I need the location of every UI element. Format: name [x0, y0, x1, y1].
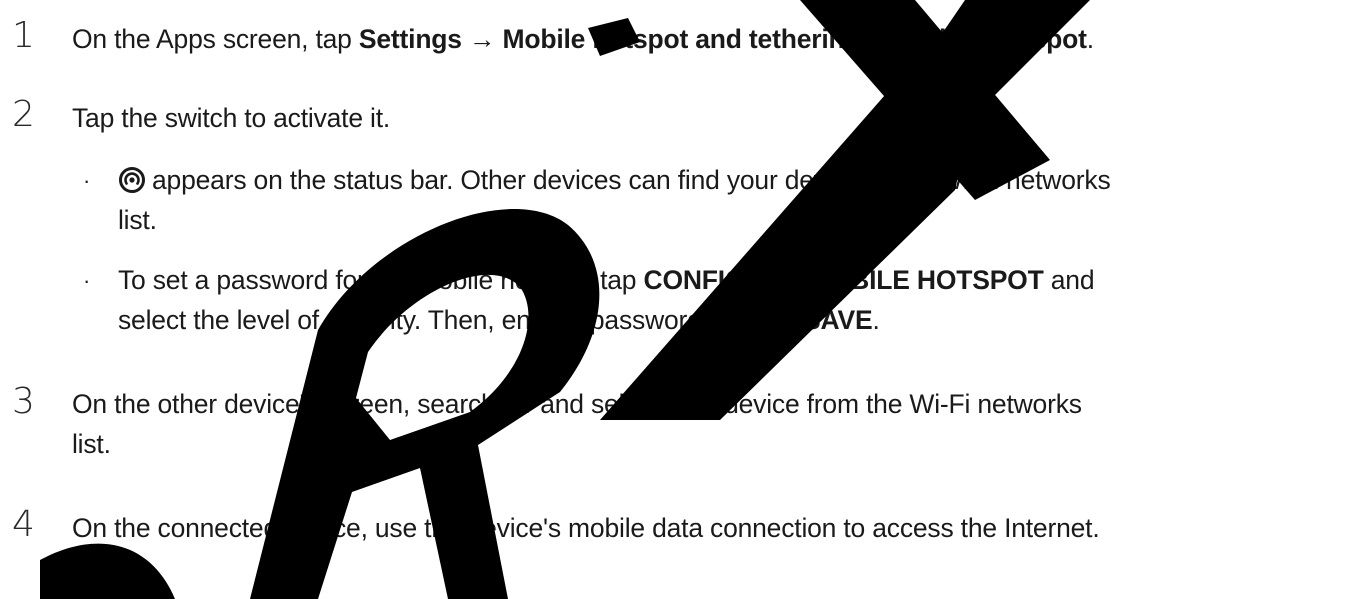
- step-2-number: 2: [12, 94, 35, 135]
- hotspot-icon: [118, 165, 146, 193]
- configure-mobile-hotspot-label: CONFIGURE MOBILE HOTSPOT: [643, 265, 1044, 295]
- mobile-hotspot-label: Mobile hotspot: [901, 24, 1087, 54]
- bullet-1-line-1: appears on the status bar. Other devices…: [118, 160, 1111, 200]
- step-1-number: 1: [12, 15, 35, 56]
- bullet-2-line-1: To set a password for the mobile hotspot…: [118, 265, 1095, 295]
- bullet-dot: ·: [83, 168, 91, 193]
- settings-label: Settings: [358, 24, 462, 54]
- bullet-2-line-2: select the level of security. Then, ente…: [118, 305, 880, 335]
- step-2-text: Tap the switch to activate it.: [72, 103, 391, 133]
- step-3-line-2: list.: [72, 429, 111, 459]
- step-4-text: On the connected device, use the device'…: [72, 513, 1100, 543]
- step-4-number: 4: [12, 504, 35, 545]
- step-3-line-1: On the other device's screen, search for…: [72, 389, 1082, 419]
- step-1-text: On the Apps screen, tap Settings → Mobil…: [72, 24, 1094, 54]
- bullet-dot: ·: [83, 268, 91, 293]
- step-3-number: 3: [12, 381, 35, 422]
- bullet-1-line-2: list.: [118, 205, 157, 235]
- mobile-hotspot-tethering-label: Mobile hotspot and tethering: [502, 24, 861, 54]
- save-label: SAVE: [803, 305, 873, 335]
- instruction-steps: 1 On the Apps screen, tap Settings → Mob…: [0, 0, 1359, 599]
